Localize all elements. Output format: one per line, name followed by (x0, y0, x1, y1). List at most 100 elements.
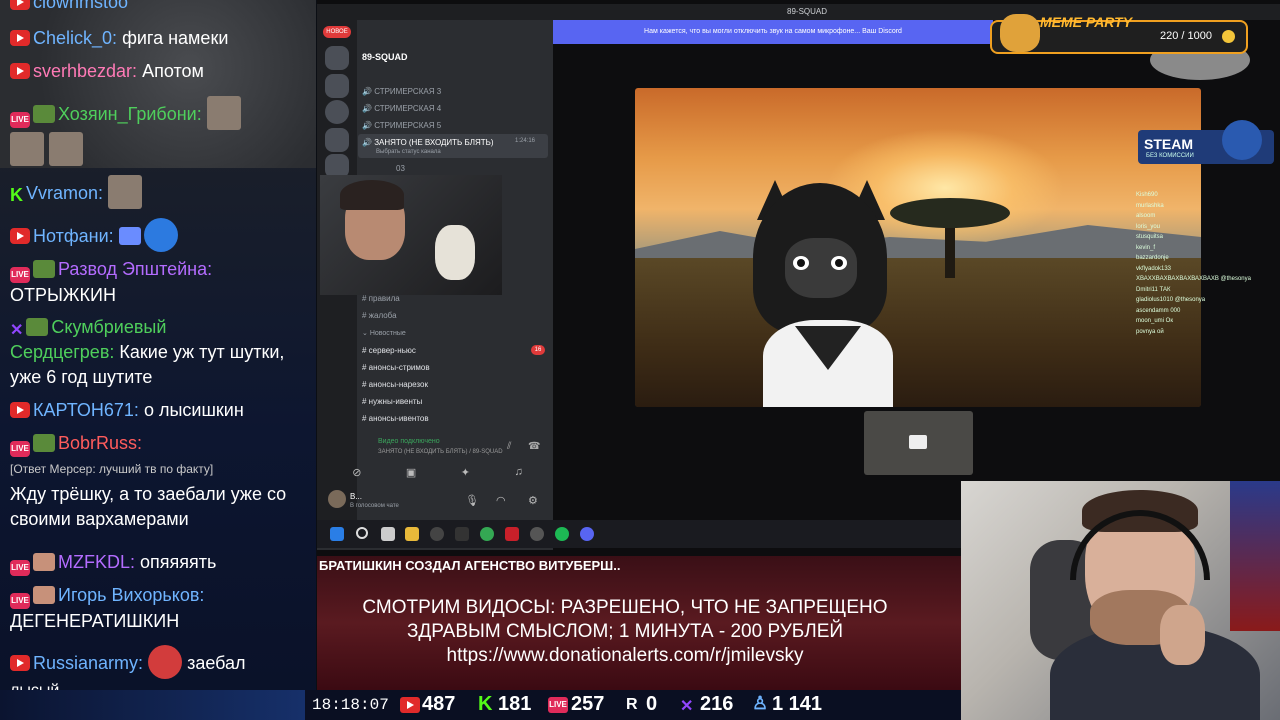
face-emote-icon (206, 96, 241, 130)
app-icon[interactable] (455, 527, 469, 541)
chat-message: LIVE Развод Эпштейна: ОТРЫЖКИН (10, 257, 310, 308)
windows-start-icon[interactable] (330, 527, 344, 541)
task-view-icon[interactable] (381, 527, 395, 541)
new-badge[interactable]: НОВОЕ (323, 26, 351, 38)
user-name: B... (350, 492, 363, 501)
plush-toy (435, 225, 475, 280)
text-channel[interactable]: # анонсы-нарезок (362, 380, 428, 389)
emote-icon (33, 105, 55, 123)
person-hair (340, 180, 404, 210)
text-channel-label: анонсы-стримов (368, 363, 430, 372)
overlay-chat-line: moon_umi Ок (1136, 318, 1173, 324)
signal-icon[interactable]: ⫽ (507, 441, 519, 453)
chat-message: sverhbezdar: Апотом (10, 59, 310, 84)
emote-icon (33, 434, 55, 452)
app-icon[interactable] (430, 527, 444, 541)
streamer-hand (1160, 605, 1205, 665)
voice-channel[interactable]: 🔊 СТРИМЕРСКАЯ 3 (362, 87, 441, 96)
overlay-chat-line: Dmitri11 ТАК (1136, 286, 1171, 293)
voice-user[interactable]: 03 (396, 164, 405, 173)
file-explorer-icon[interactable] (405, 527, 419, 541)
voice-channel-label: СТРИМЕРСКАЯ 3 (374, 87, 442, 96)
text-channel[interactable]: # правила (362, 294, 400, 303)
text-channel[interactable]: # анонсы-ивентов (362, 414, 429, 423)
savanna-ground (635, 258, 1201, 407)
face-emote-icon (49, 132, 84, 166)
server-icon[interactable] (325, 74, 349, 98)
window-title: 89-SQUAD (787, 7, 828, 16)
mic-notice-bar[interactable]: Нам кажется, что вы могли отключить звук… (553, 20, 993, 44)
promo-text: СМОТРИМ ВИДОСЫ: РАЗРЕШЕНО, ЧТО НЕ ЗАПРЕЩ… (330, 596, 920, 668)
soundboard-icon[interactable]: ♫ (514, 466, 522, 478)
text-channel[interactable]: # нужны-ивенты (362, 397, 422, 406)
emote-icon (33, 260, 55, 278)
camera-icon (909, 435, 927, 449)
twitch-icon: ✕ (680, 698, 694, 715)
youtube-icon (10, 0, 30, 10)
settings-gear-icon[interactable]: ⚙ (528, 494, 538, 507)
rutube-icon: R (626, 696, 638, 713)
vtuber-video (635, 88, 1201, 407)
discord-icon[interactable] (580, 527, 594, 541)
chat-username: Развод Эпштейна: (58, 259, 213, 279)
server-icon[interactable] (325, 128, 349, 152)
voice-channel-path[interactable]: ЗАНЯТО (НЕ ВХОДИТЬ БЛЯТЬ) / 89-SQUAD (378, 449, 503, 455)
vk-live-icon: LIVE (10, 441, 30, 457)
youtube-icon (10, 30, 30, 46)
server-icon[interactable] (325, 46, 349, 70)
activity-icon[interactable]: ✦ (461, 466, 470, 479)
overlay-chat-line: bazzardonje (1136, 255, 1169, 261)
kick-icon: K (478, 693, 493, 715)
microphone-icon[interactable]: 🎙 (465, 494, 479, 507)
chat-message: LIVE Хозяин_Грибони: (10, 96, 310, 166)
channel-timer: 1:24:16 (515, 138, 536, 144)
chat-message: Сердцегрев: Какие уж тут шутки, уже 6 го… (10, 340, 310, 390)
text-channel-label: анонсы-ивентов (368, 414, 429, 423)
server-icon[interactable] (325, 100, 349, 124)
overlay-chat-line: ХВАХХВАХВАХВАХВАХВАХВ @thesonya (1136, 276, 1251, 282)
vk-viewers: 257 (571, 693, 605, 715)
chat-username: sverhbezdar: (33, 61, 138, 81)
screen-share-icon[interactable]: ▣ (406, 466, 416, 479)
chat-message: Нотфани: (10, 218, 310, 252)
youtube-viewers: 487 (422, 693, 456, 715)
youtube-icon (400, 697, 420, 713)
chat-panel: clownmstoo Chelick_0: фига намеки sverhb… (0, 0, 316, 720)
search-icon[interactable] (356, 527, 368, 539)
user-avatar[interactable] (328, 490, 346, 508)
server-name[interactable]: 89-SQUAD (362, 52, 408, 62)
camera-tile[interactable] (864, 411, 973, 475)
steam-title: STEAM (1144, 136, 1193, 152)
app-icon[interactable] (505, 527, 519, 541)
emote-icon (33, 586, 55, 604)
chat-bottom-bar (0, 690, 305, 720)
youtube-icon (10, 655, 30, 671)
chat-text: ДЕГЕНЕРАТИШКИН (10, 611, 180, 631)
overlay-chat-line: ascendamm 000 (1136, 307, 1181, 314)
chat-message: Chelick_0: фига намеки (10, 26, 310, 51)
chat-message: clownmstoo (10, 0, 310, 15)
headphones-icon[interactable]: ◠ (496, 494, 506, 507)
chat-reply: [Ответ Мерсер: лучший тв по факту] (10, 462, 214, 476)
voice-channel[interactable]: 🔊 СТРИМЕРСКАЯ 5 (362, 121, 441, 130)
chat-message: Жду трёшку, а то заебали уже со своими в… (10, 482, 310, 532)
blue-emote-icon (143, 218, 178, 252)
app-icon[interactable] (530, 527, 544, 541)
voice-channel-active[interactable]: 🔊 ЗАНЯТО (НЕ ВХОДИТЬ БЛЯТЬ) (362, 138, 494, 147)
chrome-icon[interactable] (480, 527, 494, 541)
voice-channel[interactable]: 🔊 СТРИМЕРСКАЯ 4 (362, 104, 441, 113)
disconnect-icon[interactable]: ☎ (528, 441, 540, 453)
category-label: Новостные (369, 330, 406, 337)
steam-logo-icon (1222, 120, 1262, 160)
channel-status-hint[interactable]: Выбрать статус канала (376, 149, 441, 155)
chat-username: Игорь Вихорьков: (58, 585, 205, 605)
text-channel[interactable]: # жалоба (362, 311, 397, 320)
text-channel-label: жалоба (368, 311, 397, 320)
rutube-viewers: 0 (646, 693, 658, 715)
text-channel[interactable]: # анонсы-стримов (362, 363, 430, 372)
overlay-chat-line: alsoom (1136, 213, 1156, 219)
text-channel[interactable]: # сервер-ньюс (362, 346, 416, 355)
category-header[interactable]: ⌄ Новостные (362, 329, 406, 337)
video-off-icon[interactable]: ⊘ (352, 466, 361, 479)
spotify-icon[interactable] (555, 527, 569, 541)
